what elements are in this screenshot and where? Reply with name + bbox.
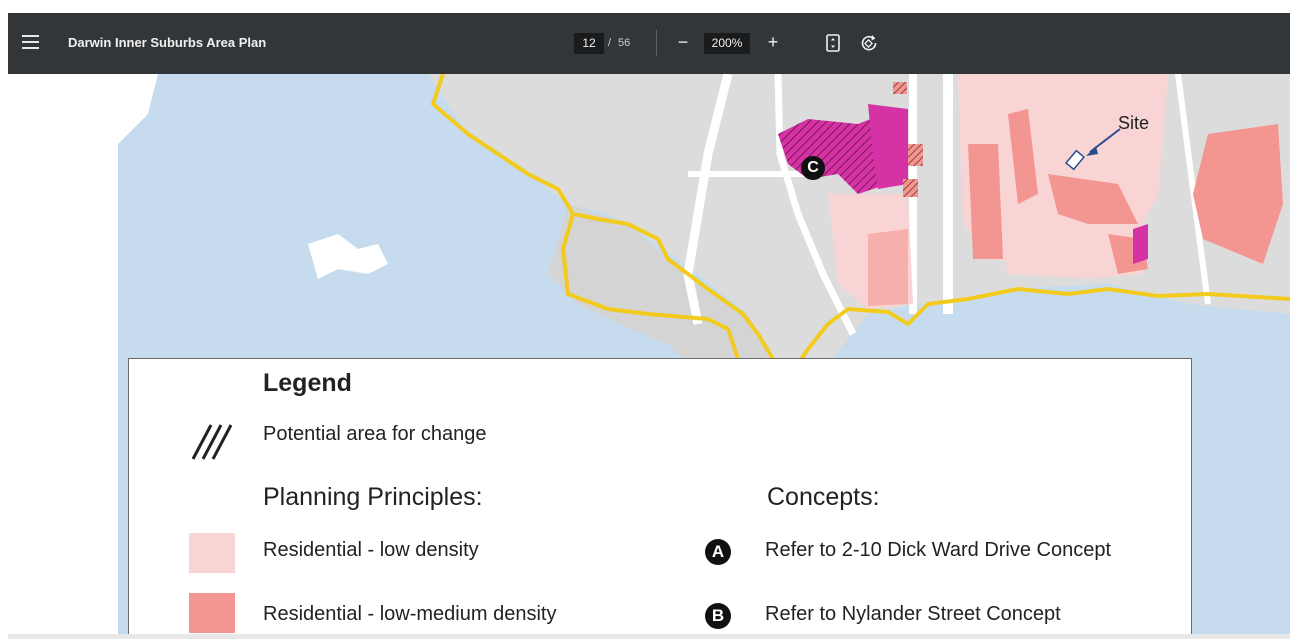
concept-a-label: Refer to 2-10 Dick Ward Drive Concept (765, 539, 1112, 561)
document-title: Darwin Inner Suburbs Area Plan (68, 35, 267, 50)
fit-to-page-icon[interactable] (822, 32, 844, 54)
low-medium-density-label: Residential - low-medium density (263, 603, 557, 625)
horizontal-scrollbar[interactable] (8, 634, 1290, 639)
concept-a-badge: A (705, 539, 731, 565)
site-label: Site (1118, 113, 1150, 133)
planning-principles-title: Planning Principles: (263, 483, 483, 511)
concept-b-badge: B (705, 603, 731, 629)
zoom-in-button[interactable]: + (762, 30, 784, 56)
map-legend: Legend Potential area for change Plannin… (128, 358, 1192, 639)
rotate-icon[interactable] (858, 32, 880, 54)
concept-b-label: Refer to Nylander Street Concept (765, 603, 1061, 625)
toolbar-divider (656, 30, 657, 56)
low-density-label: Residential - low density (263, 539, 479, 561)
page-number-input[interactable]: 12 (574, 33, 604, 54)
pdf-page: Site C Legend Potential area for change … (8, 74, 1290, 639)
menu-icon[interactable] (22, 35, 39, 49)
page-separator: / (608, 37, 612, 49)
low-medium-density-swatch (189, 593, 235, 633)
page-total: 56 (618, 37, 631, 49)
concepts-title: Concepts: (767, 483, 880, 511)
pdf-toolbar: Darwin Inner Suburbs Area Plan 12 / 56 −… (8, 13, 1290, 74)
concept-c-marker: C (801, 156, 825, 180)
hatch-pattern-icon (191, 424, 233, 460)
legend-title: Legend (263, 369, 352, 397)
low-density-swatch (189, 533, 235, 573)
hatch-label: Potential area for change (263, 423, 487, 445)
zoom-out-button[interactable]: − (672, 30, 694, 56)
zoom-level-input[interactable]: 200% (704, 33, 750, 54)
